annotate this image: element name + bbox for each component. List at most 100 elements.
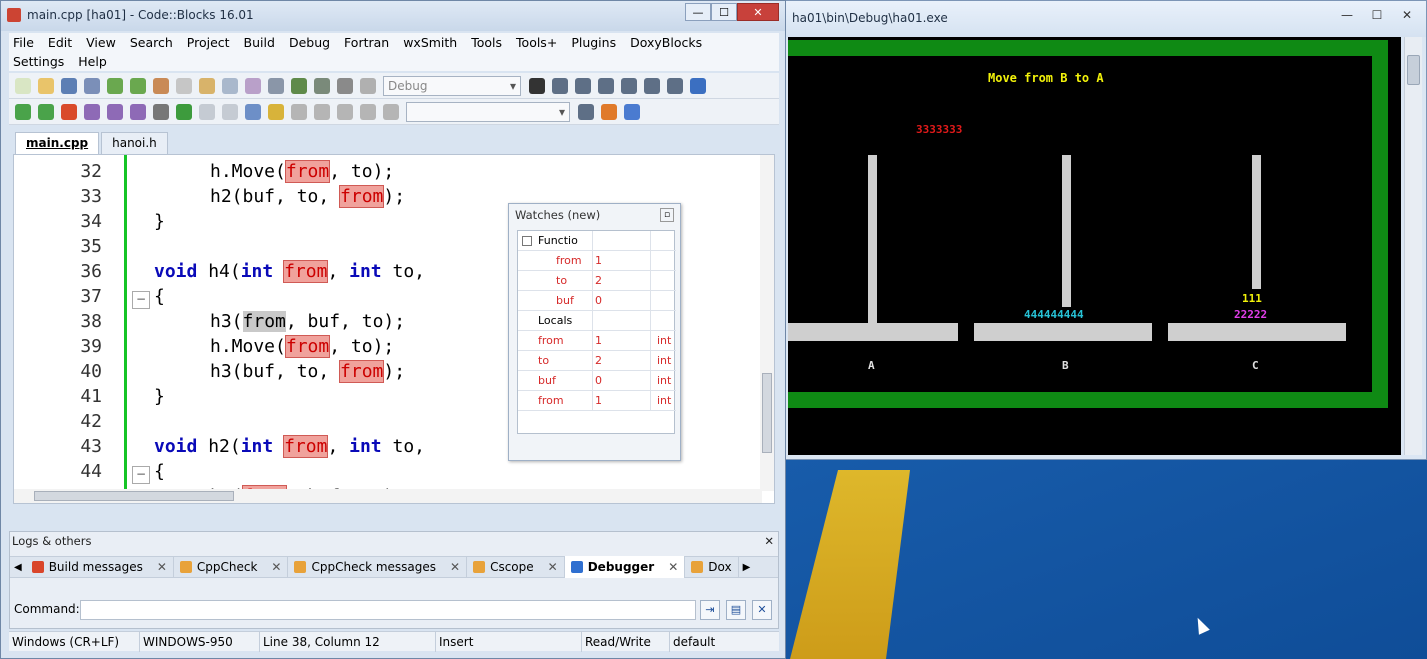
- comment-icon[interactable]: [199, 103, 215, 120]
- console-scrollbar[interactable]: [1404, 37, 1422, 455]
- bookmark-next-icon[interactable]: [107, 103, 123, 120]
- maximize-icon[interactable]: ☐: [1362, 5, 1392, 25]
- close-icon[interactable]: ▫: [660, 208, 674, 222]
- watch-row[interactable]: from 1: [518, 251, 676, 271]
- cut-icon[interactable]: [153, 77, 169, 94]
- clear-icon[interactable]: ✕: [752, 600, 772, 620]
- bookmark-toggle-icon[interactable]: [61, 103, 77, 120]
- log-tab[interactable]: CppCheck messages ✕: [288, 556, 468, 578]
- tab-hanoi-h[interactable]: hanoi.h: [101, 132, 168, 154]
- collapse-icon[interactable]: [522, 236, 532, 246]
- jump-forward-icon[interactable]: [38, 103, 54, 120]
- next-line-icon[interactable]: [575, 77, 591, 94]
- menu-item[interactable]: DoxyBlocks: [630, 33, 702, 52]
- menu-item[interactable]: Tools+: [516, 33, 557, 52]
- help-icon[interactable]: [268, 103, 284, 120]
- replace-icon[interactable]: [245, 77, 261, 94]
- run-icon[interactable]: [291, 77, 307, 94]
- next-instruction-icon[interactable]: [644, 77, 660, 94]
- log-tab[interactable]: Cscope ✕: [467, 556, 565, 578]
- abort-icon[interactable]: [360, 77, 376, 94]
- tab-scroll-right-icon[interactable]: ▶: [739, 562, 755, 573]
- command-input[interactable]: [80, 600, 696, 620]
- find-icon[interactable]: [222, 77, 238, 94]
- run-to-cursor-icon[interactable]: [552, 77, 568, 94]
- menu-item[interactable]: Tools: [471, 33, 502, 52]
- close-icon[interactable]: ✕: [548, 560, 558, 574]
- watch-row[interactable]: buf 0 int: [518, 371, 676, 391]
- build-run-icon[interactable]: [314, 77, 330, 94]
- menu-item[interactable]: Help: [78, 52, 107, 71]
- close-icon[interactable]: ✕: [668, 560, 678, 574]
- menu-item[interactable]: View: [86, 33, 116, 52]
- fold-toggle-icon[interactable]: −: [132, 291, 150, 309]
- close-icon[interactable]: ✕: [737, 3, 779, 21]
- goto-icon[interactable]: [578, 103, 594, 120]
- redo-icon[interactable]: [130, 77, 146, 94]
- close-icon[interactable]: ✕: [157, 560, 167, 574]
- symbol-icon[interactable]: [245, 103, 261, 120]
- menu-item[interactable]: Fortran: [344, 33, 389, 52]
- watch-row[interactable]: to 2 int: [518, 351, 676, 371]
- copy-icon[interactable]: [176, 77, 192, 94]
- step-into-icon[interactable]: [598, 77, 614, 94]
- menu-item[interactable]: Build: [244, 33, 275, 52]
- save-all-icon[interactable]: [84, 77, 100, 94]
- watch-row[interactable]: from 1 int: [518, 391, 676, 411]
- log-tab[interactable]: Dox: [685, 556, 739, 578]
- step-back-icon[interactable]: [314, 103, 330, 120]
- watch-row[interactable]: Locals: [518, 311, 676, 331]
- code-line[interactable]: 44 {: [14, 459, 754, 484]
- build-target-select[interactable]: Debug: [383, 75, 521, 96]
- step-forward-icon[interactable]: [360, 103, 376, 120]
- close-icon[interactable]: ✕: [764, 532, 774, 550]
- tab-scroll-left-icon[interactable]: ◀: [10, 562, 26, 573]
- menu-item[interactable]: Project: [187, 33, 230, 52]
- open-icon[interactable]: [38, 77, 54, 94]
- menu-item[interactable]: Settings: [13, 52, 64, 71]
- editor-vscroll[interactable]: [760, 155, 774, 491]
- settings-icon[interactable]: [624, 103, 640, 120]
- watch-row[interactable]: to 2: [518, 271, 676, 291]
- undo-icon[interactable]: [107, 77, 123, 94]
- log-tab[interactable]: Debugger ✕: [564, 556, 686, 578]
- step-instruction-icon[interactable]: [667, 77, 683, 94]
- tab-main-cpp[interactable]: main.cpp: [15, 132, 100, 154]
- menu-item[interactable]: File: [13, 33, 34, 52]
- step-out-icon[interactable]: [621, 77, 637, 94]
- log-tab[interactable]: Build messages ✕: [26, 556, 174, 578]
- watch-row[interactable]: buf 0: [518, 291, 676, 311]
- load-file-icon[interactable]: ▤: [726, 600, 746, 620]
- jump-back-icon[interactable]: [15, 103, 31, 120]
- minimize-icon[interactable]: —: [1332, 5, 1362, 25]
- step-marker-icon[interactable]: [337, 103, 353, 120]
- zoom-icon[interactable]: [153, 103, 169, 120]
- fold-toggle-icon[interactable]: −: [132, 466, 150, 484]
- watches-grid[interactable]: Functio from 1 to 2 buf 0 Locals from 1 int to 2 int b…: [517, 230, 676, 434]
- wrench-icon[interactable]: [291, 103, 307, 120]
- debug-continue-icon[interactable]: [529, 77, 545, 94]
- paste-icon[interactable]: [199, 77, 215, 94]
- watch-row[interactable]: from 1 int: [518, 331, 676, 351]
- menu-item[interactable]: Debug: [289, 33, 330, 52]
- cb-titlebar[interactable]: main.cpp [ha01] - Code::Blocks 16.01 — ☐…: [1, 1, 785, 31]
- rebuild-icon[interactable]: [337, 77, 353, 94]
- close-icon[interactable]: ✕: [450, 560, 460, 574]
- menu-item[interactable]: Search: [130, 33, 173, 52]
- log-tab[interactable]: CppCheck ✕: [174, 556, 289, 578]
- debug-send-icon[interactable]: ⇥: [700, 600, 720, 620]
- console-titlebar[interactable]: ha01\bin\Debug\ha01.exe — ☐ ✕: [784, 1, 1426, 37]
- uncomment-icon[interactable]: [222, 103, 238, 120]
- bookmark-clear-icon[interactable]: [130, 103, 146, 120]
- save-icon[interactable]: [61, 77, 77, 94]
- maximize-icon[interactable]: ☐: [711, 3, 737, 21]
- code-line[interactable]: 32 h.Move(from, to);: [14, 159, 754, 184]
- bookmark-prev-icon[interactable]: [84, 103, 100, 120]
- menu-item[interactable]: Edit: [48, 33, 72, 52]
- highlight-icon[interactable]: [176, 103, 192, 120]
- editor-hscroll[interactable]: [14, 489, 762, 503]
- build-gear-icon[interactable]: [268, 77, 284, 94]
- menu-item[interactable]: wxSmith: [403, 33, 457, 52]
- menu-item[interactable]: Plugins: [571, 33, 616, 52]
- code-completion-select[interactable]: [406, 101, 570, 122]
